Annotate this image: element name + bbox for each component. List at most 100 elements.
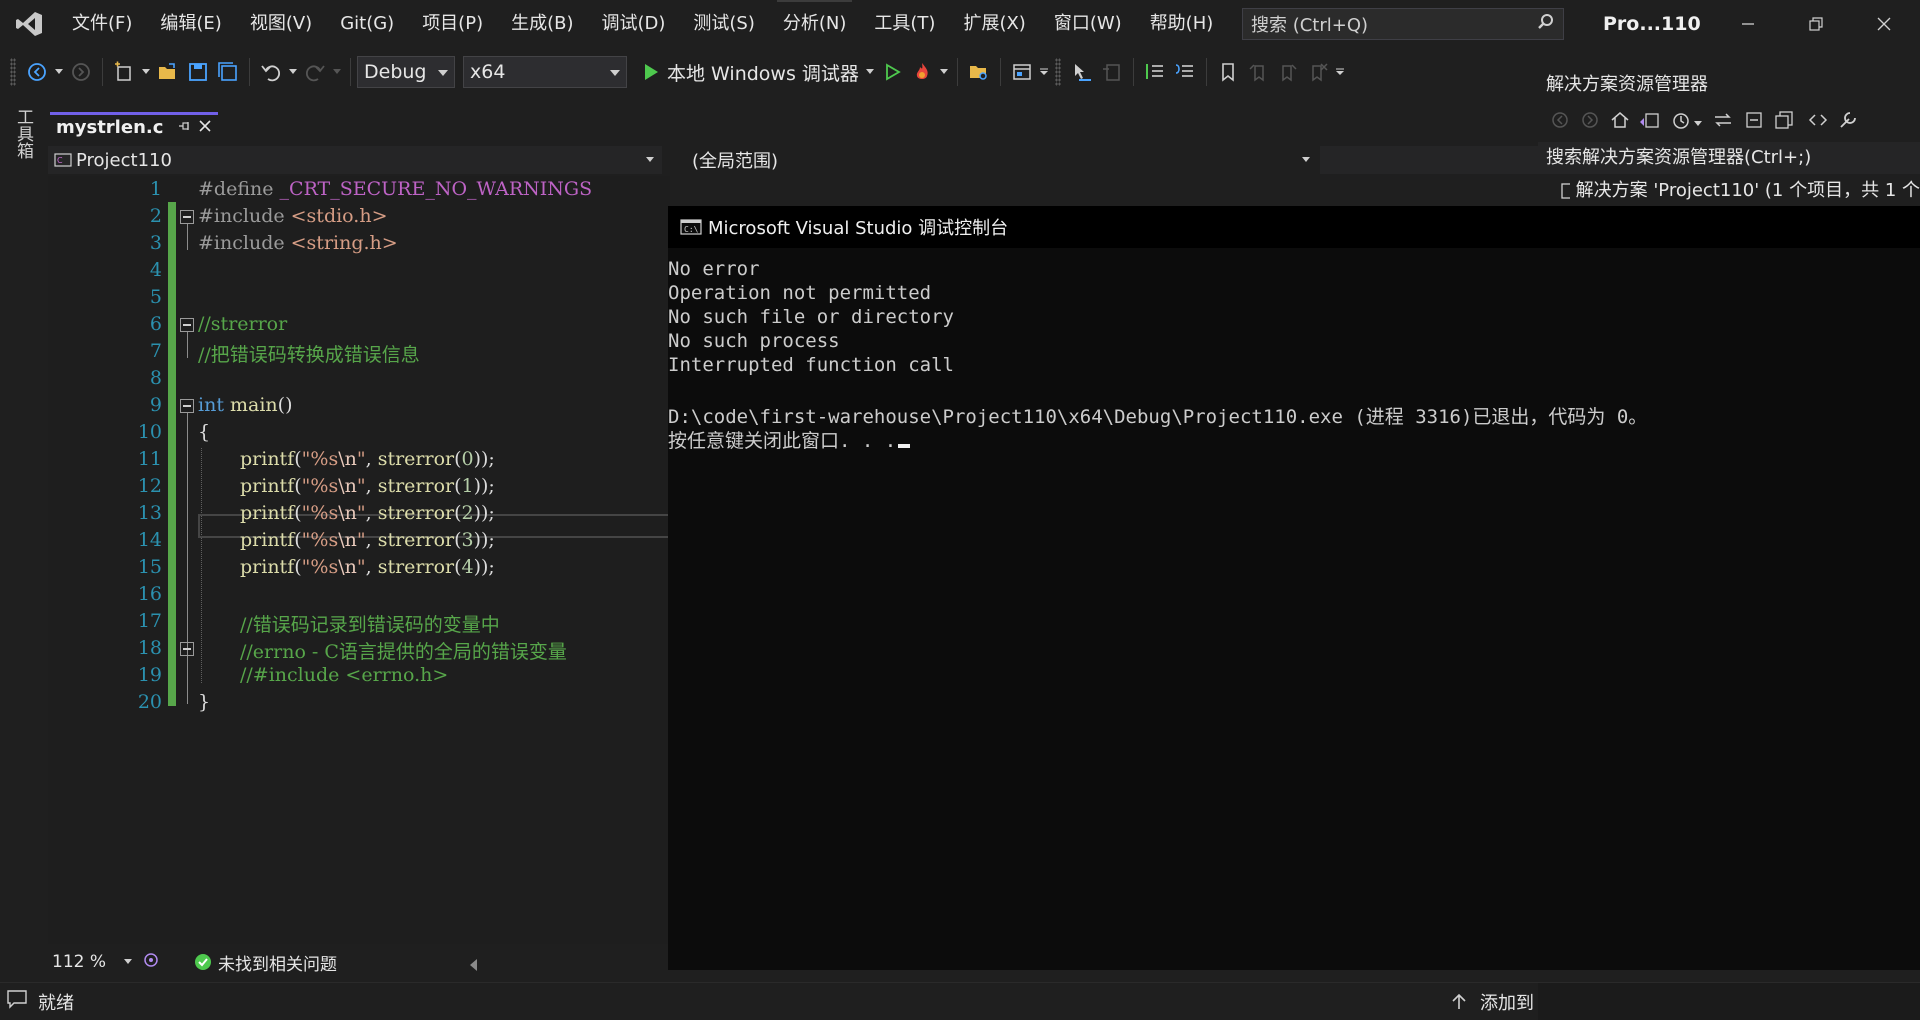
status-bar: 就绪 添加到 bbox=[0, 982, 1920, 1020]
debug-console-window[interactable]: C:\ Microsoft Visual Studio 调试控制台 No err… bbox=[668, 206, 1920, 970]
solution-explorer-search-input[interactable]: 搜索解决方案资源管理器(Ctrl+;) bbox=[1538, 142, 1920, 174]
dropdown-arrow-icon bbox=[142, 69, 150, 74]
navigate-back-button[interactable] bbox=[22, 56, 52, 88]
toolbar-grip[interactable] bbox=[10, 58, 16, 86]
code-editor[interactable]: 1 2 3 4 5 6 7 8 9 10 11 12 13 14 15 16 1… bbox=[48, 176, 670, 944]
menu-item-edit[interactable]: 编辑(E) bbox=[146, 0, 235, 48]
project-dropdown[interactable]: C Project110 bbox=[50, 146, 660, 174]
clear-bookmarks-button[interactable] bbox=[1303, 56, 1333, 88]
fold-collapse-icon[interactable] bbox=[180, 642, 194, 656]
menu-item-help[interactable]: 帮助(H) bbox=[1136, 0, 1228, 48]
include-header: <string.h> bbox=[290, 232, 398, 254]
fold-collapse-icon[interactable] bbox=[180, 210, 194, 224]
preprocessor-directive: #include bbox=[198, 232, 291, 254]
search-input[interactable]: 搜索 (Ctrl+Q) bbox=[1242, 8, 1564, 40]
redo-button[interactable] bbox=[300, 56, 330, 88]
notification-icon[interactable] bbox=[6, 989, 28, 1014]
punctuation: , bbox=[365, 475, 378, 497]
console-title-bar[interactable]: C:\ Microsoft Visual Studio 调试控制台 bbox=[668, 206, 1920, 248]
show-all-files-icon[interactable] bbox=[1774, 110, 1794, 135]
folder-view-button[interactable] bbox=[964, 56, 994, 88]
step-into-button[interactable] bbox=[1067, 56, 1097, 88]
toolbar-overflow-dropdown[interactable] bbox=[1333, 56, 1347, 88]
menu-item-file[interactable]: 文件(F) bbox=[58, 0, 146, 48]
toolbox-tab[interactable]: 工具箱 bbox=[10, 108, 36, 168]
navigate-forward-button[interactable] bbox=[66, 56, 96, 88]
fold-collapse-icon[interactable] bbox=[180, 318, 194, 332]
next-bookmark-button[interactable] bbox=[1273, 56, 1303, 88]
menu-item-build[interactable]: 生成(B) bbox=[497, 0, 587, 48]
document-tab-mystrlen[interactable]: mystrlen.c bbox=[50, 112, 218, 140]
toolbar-grip[interactable] bbox=[1054, 58, 1061, 86]
line-number: 2 bbox=[149, 205, 162, 227]
menu-item-git[interactable]: Git(G) bbox=[326, 0, 408, 48]
navigate-back-dropdown[interactable] bbox=[52, 56, 66, 88]
menu-item-debug[interactable]: 调试(D) bbox=[588, 0, 680, 48]
dropdown-arrow-icon[interactable] bbox=[1694, 112, 1702, 132]
switch-views-icon[interactable] bbox=[1638, 110, 1660, 135]
menu-item-view[interactable]: 视图(V) bbox=[236, 0, 326, 48]
menu-item-tools[interactable]: 工具(T) bbox=[860, 0, 949, 48]
menu-item-project[interactable]: 项目(P) bbox=[408, 0, 497, 48]
zoom-level-select[interactable]: 112 % bbox=[48, 948, 138, 976]
collapse-all-icon[interactable] bbox=[1744, 110, 1764, 135]
menu-item-test[interactable]: 测试(S) bbox=[679, 0, 768, 48]
start-debugging-button[interactable]: 本地 Windows 调试器 bbox=[637, 59, 863, 86]
save-button[interactable] bbox=[183, 56, 213, 88]
undo-button[interactable] bbox=[256, 56, 286, 88]
close-button[interactable] bbox=[1850, 0, 1918, 48]
new-project-button[interactable] bbox=[109, 56, 139, 88]
start-without-debugging-button[interactable] bbox=[877, 56, 907, 88]
view-code-icon[interactable] bbox=[1808, 110, 1828, 135]
restore-button[interactable] bbox=[1782, 0, 1850, 48]
search-placeholder: 搜索 (Ctrl+Q) bbox=[1251, 15, 1369, 36]
punctuation: ( bbox=[294, 448, 302, 470]
forward-circle-icon bbox=[72, 63, 90, 81]
minimize-button[interactable] bbox=[1714, 0, 1782, 48]
scroll-left-arrow-icon[interactable] bbox=[470, 956, 478, 976]
hot-reload-flame-icon bbox=[916, 63, 928, 79]
pending-changes-icon[interactable] bbox=[1670, 110, 1692, 135]
pin-icon[interactable] bbox=[178, 118, 190, 138]
line-number: 19 bbox=[137, 664, 162, 686]
sync-icon[interactable] bbox=[1712, 110, 1734, 135]
right-panel-bottom bbox=[1540, 970, 1920, 982]
add-to-source-control-button[interactable]: 添加到 bbox=[1450, 983, 1534, 1020]
start-debugging-dropdown[interactable] bbox=[863, 56, 877, 88]
back-icon[interactable] bbox=[1550, 110, 1570, 135]
save-all-button[interactable] bbox=[213, 56, 243, 88]
svg-text:C: C bbox=[57, 156, 63, 165]
code-line-17: //错误码记录到错误码的变量中 bbox=[240, 614, 500, 636]
undo-dropdown[interactable] bbox=[286, 56, 300, 88]
scope-dropdown[interactable]: (全局范围) bbox=[662, 146, 1320, 174]
close-tab-icon[interactable] bbox=[198, 118, 212, 138]
uncomment-button[interactable] bbox=[1170, 56, 1200, 88]
issues-indicator[interactable]: 未找到相关问题 bbox=[194, 950, 337, 975]
arrow-up-icon bbox=[1452, 993, 1466, 1009]
comment-out-button[interactable] bbox=[1140, 56, 1170, 88]
application-insights-dropdown[interactable] bbox=[1037, 56, 1051, 88]
menu-item-extensions[interactable]: 扩展(X) bbox=[949, 0, 1039, 48]
hot-reload-button[interactable] bbox=[907, 56, 937, 88]
fold-collapse-icon[interactable] bbox=[180, 399, 194, 413]
redo-dropdown[interactable] bbox=[330, 56, 344, 88]
new-project-dropdown[interactable] bbox=[139, 56, 153, 88]
toggle-bookmark-button[interactable] bbox=[1213, 56, 1243, 88]
folder-search-icon bbox=[969, 66, 987, 80]
menu-item-window[interactable]: 窗口(W) bbox=[1040, 0, 1136, 48]
previous-bookmark-button[interactable] bbox=[1243, 56, 1273, 88]
intellicode-icon[interactable] bbox=[142, 951, 160, 974]
forward-icon[interactable] bbox=[1580, 110, 1600, 135]
hot-reload-dropdown[interactable] bbox=[937, 56, 951, 88]
solution-platform-select[interactable]: x64 bbox=[463, 56, 627, 88]
open-folder-icon bbox=[159, 63, 175, 79]
properties-wrench-icon[interactable] bbox=[1838, 110, 1858, 135]
open-file-button[interactable] bbox=[153, 56, 183, 88]
show-next-statement-button[interactable] bbox=[1097, 56, 1127, 88]
solution-root-item[interactable]: 解决方案 'Project110' (1 个项目，共 1 个 bbox=[1560, 176, 1920, 206]
home-icon[interactable] bbox=[1610, 110, 1630, 135]
menu-item-analyze[interactable]: 分析(N) bbox=[769, 0, 861, 48]
project-title: Pro...110 bbox=[1603, 13, 1701, 35]
application-insights-button[interactable] bbox=[1007, 56, 1037, 88]
solution-configuration-select[interactable]: Debug bbox=[357, 56, 455, 88]
